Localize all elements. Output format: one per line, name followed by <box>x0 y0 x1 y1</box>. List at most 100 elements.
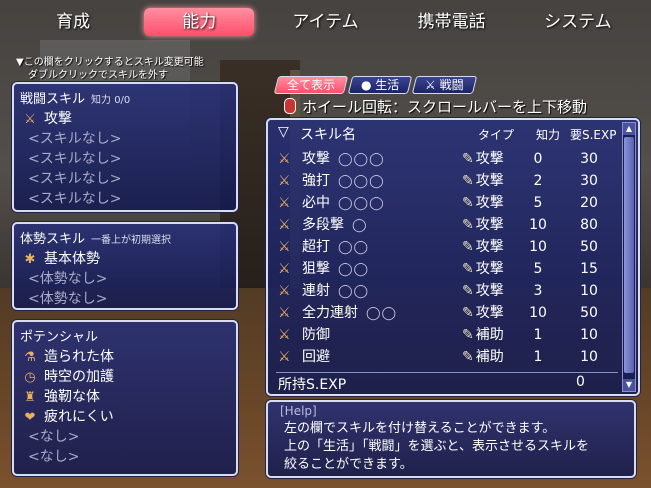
potential-slot[interactable]: <なし> <box>14 447 236 467</box>
fighter-icon: ♜ <box>24 390 36 405</box>
skill-row[interactable]: ⚔ 回避 ✎ 補助 1 10 <box>276 346 618 368</box>
sword-icon: ⚔ <box>278 217 291 233</box>
stance-skill-slot[interactable]: <体勢なし> <box>14 289 236 309</box>
type-brush-icon: ✎ <box>462 305 474 321</box>
filter-all[interactable]: 全て表示 <box>273 76 349 94</box>
scroll-thumb[interactable] <box>624 137 634 373</box>
type-brush-icon: ✎ <box>462 151 474 167</box>
potential-slot[interactable]: ❤ 疲れにくい <box>14 407 236 427</box>
wheel-hint: ホイール回転：スクロールバーを上下移動 <box>284 96 587 117</box>
skill-slots: ◯◯◯ <box>338 196 385 211</box>
skill-row[interactable]: ⚔ 多段撃 ◯ ✎ 攻撃 10 80 <box>276 214 618 236</box>
potential-label: 時空の加護 <box>44 369 114 385</box>
skill-int: 5 <box>533 195 543 211</box>
skill-name: 全力連射 <box>302 305 358 321</box>
sword-icon: ⚔ <box>278 173 291 189</box>
tab-phone[interactable]: 携帯電話 <box>397 8 507 36</box>
type-brush-icon: ✎ <box>462 349 474 365</box>
battle-skills-panel[interactable]: 戦闘スキル 知力 0/0 ⚔ 攻撃 <スキルなし> <スキルなし> <スキルなし> <スキル… <box>12 82 238 212</box>
skill-slots: ◯◯ <box>338 284 370 299</box>
sword-icon: ⚔ <box>425 78 440 92</box>
filter-life[interactable]: ● 生活 <box>347 76 413 94</box>
skill-exp: 30 <box>580 173 598 189</box>
skill-exp: 30 <box>580 151 598 167</box>
skill-int: 10 <box>529 217 547 233</box>
potential-slot[interactable]: ◷ 時空の加護 <box>14 367 236 387</box>
scroll-up-icon[interactable]: ▲ <box>623 123 635 135</box>
skill-slots: ◯◯◯ <box>338 174 385 189</box>
potential-slot[interactable]: ♜ 強靭な体 <box>14 387 236 407</box>
sword-icon: ⚔ <box>24 112 36 127</box>
skill-name: 必中 <box>302 195 330 211</box>
skill-int: 10 <box>529 239 547 255</box>
battle-skill-label: <スキルなし> <box>28 151 122 167</box>
potential-label: 疲れにくい <box>44 409 114 425</box>
skill-edit-hint: ▼この欄をクリックするとスキル変更可能 ダブルクリックでスキルを外す <box>16 57 204 81</box>
skill-list-panel: ▽ スキル名 タイプ 知力 要S.EXP ⚔ 攻撃 ◯◯◯ ✎ 攻撃 0 30 ⚔ 強打 ◯◯◯ ✎… <box>266 118 640 396</box>
battle-skills-title: 戦闘スキル 知力 0/0 <box>20 92 131 107</box>
battle-skill-slot[interactable]: <スキルなし> <box>14 129 236 149</box>
scroll-down-icon[interactable]: ▼ <box>623 379 635 391</box>
potential-label: 造られた体 <box>44 349 114 365</box>
skill-row[interactable]: ⚔ 狙撃 ◯◯ ✎ 攻撃 5 15 <box>276 258 618 280</box>
stance-skills-panel[interactable]: 体勢スキル 一番上が初期選択 ✱ 基本体勢 <体勢なし> <体勢なし> <box>12 222 238 310</box>
tab-training[interactable]: 育成 <box>18 8 128 36</box>
battle-skill-slot[interactable]: <スキルなし> <box>14 149 236 169</box>
battle-skill-slot[interactable]: ⚔ 攻撃 <box>14 109 236 129</box>
skill-list-scrollbar[interactable]: ▲ ▼ <box>622 122 636 392</box>
tab-system[interactable]: システム <box>523 8 633 36</box>
skill-exp: 20 <box>580 195 598 211</box>
skill-row[interactable]: ⚔ 超打 ◯◯ ✎ 攻撃 10 50 <box>276 236 618 258</box>
skill-exp: 15 <box>580 261 598 277</box>
type-brush-icon: ✎ <box>462 217 474 233</box>
filter-battle[interactable]: ⚔ 戦闘 <box>412 76 478 94</box>
battle-skill-label: 攻撃 <box>44 111 72 127</box>
battle-skill-slot[interactable]: <スキルなし> <box>14 169 236 189</box>
flask-icon: ⚗ <box>24 350 36 365</box>
skill-type: 攻撃 <box>475 239 504 255</box>
battle-skill-slot[interactable]: <スキルなし> <box>14 189 236 209</box>
sort-triangle-icon[interactable]: ▽ <box>278 124 289 140</box>
tab-items[interactable]: アイテム <box>270 8 380 36</box>
skill-row[interactable]: ⚔ 必中 ◯◯◯ ✎ 攻撃 5 20 <box>276 192 618 214</box>
skill-int: 10 <box>529 305 547 321</box>
stance-skill-slot[interactable]: <体勢なし> <box>14 269 236 289</box>
skill-row[interactable]: ⚔ 攻撃 ◯◯◯ ✎ 攻撃 0 30 <box>276 148 618 170</box>
potential-label: 強靭な体 <box>44 389 100 405</box>
skill-name: 連射 <box>302 283 330 299</box>
sword-icon: ⚔ <box>278 151 291 167</box>
stance-icon: ✱ <box>24 252 36 267</box>
type-brush-icon: ✎ <box>462 239 474 255</box>
sword-icon: ⚔ <box>278 239 291 255</box>
stance-skills-title: 体勢スキル 一番上が初期選択 <box>20 232 172 247</box>
sword-icon: ⚔ <box>278 283 291 299</box>
potential-slot[interactable]: <なし> <box>14 427 236 447</box>
potential-slot[interactable]: ⚗ 造られた体 <box>14 347 236 367</box>
type-brush-icon: ✎ <box>462 283 474 299</box>
skill-int: 1 <box>533 327 543 343</box>
potential-panel[interactable]: ポテンシャル ⚗ 造られた体 ◷ 時空の加護 ♜ 強靭な体 ❤ 疲れにくい <なし> <なし> <box>12 320 238 476</box>
skill-type: 攻撃 <box>475 217 504 233</box>
skill-row[interactable]: ⚔ 防御 ✎ 補助 1 10 <box>276 324 618 346</box>
sword-icon: ⚔ <box>278 349 291 365</box>
skill-row[interactable]: ⚔ 強打 ◯◯◯ ✎ 攻撃 2 30 <box>276 170 618 192</box>
sword-icon: ⚔ <box>278 261 291 277</box>
skill-slots: ◯ <box>352 218 368 233</box>
potential-label: <なし> <box>28 429 80 445</box>
skill-type: 攻撃 <box>475 173 504 189</box>
skill-slots: ◯◯ <box>366 306 398 321</box>
skill-exp: 10 <box>580 283 598 299</box>
stance-skill-slot[interactable]: ✱ 基本体勢 <box>14 249 236 269</box>
type-brush-icon: ✎ <box>462 173 474 189</box>
skill-row[interactable]: ⚔ 連射 ◯◯ ✎ 攻撃 3 10 <box>276 280 618 302</box>
skill-type: 攻撃 <box>475 283 504 299</box>
skill-type: 補助 <box>475 327 504 343</box>
skill-exp: 80 <box>580 217 598 233</box>
battle-skill-label: <スキルなし> <box>28 131 122 147</box>
skill-row[interactable]: ⚔ 全力連射 ◯◯ ✎ 攻撃 10 50 <box>276 302 618 324</box>
type-brush-icon: ✎ <box>462 327 474 343</box>
skill-int: 2 <box>533 173 543 189</box>
skill-exp: 10 <box>580 349 598 365</box>
tab-abilities[interactable]: 能力 <box>144 8 255 36</box>
skill-name: 超打 <box>302 239 330 255</box>
